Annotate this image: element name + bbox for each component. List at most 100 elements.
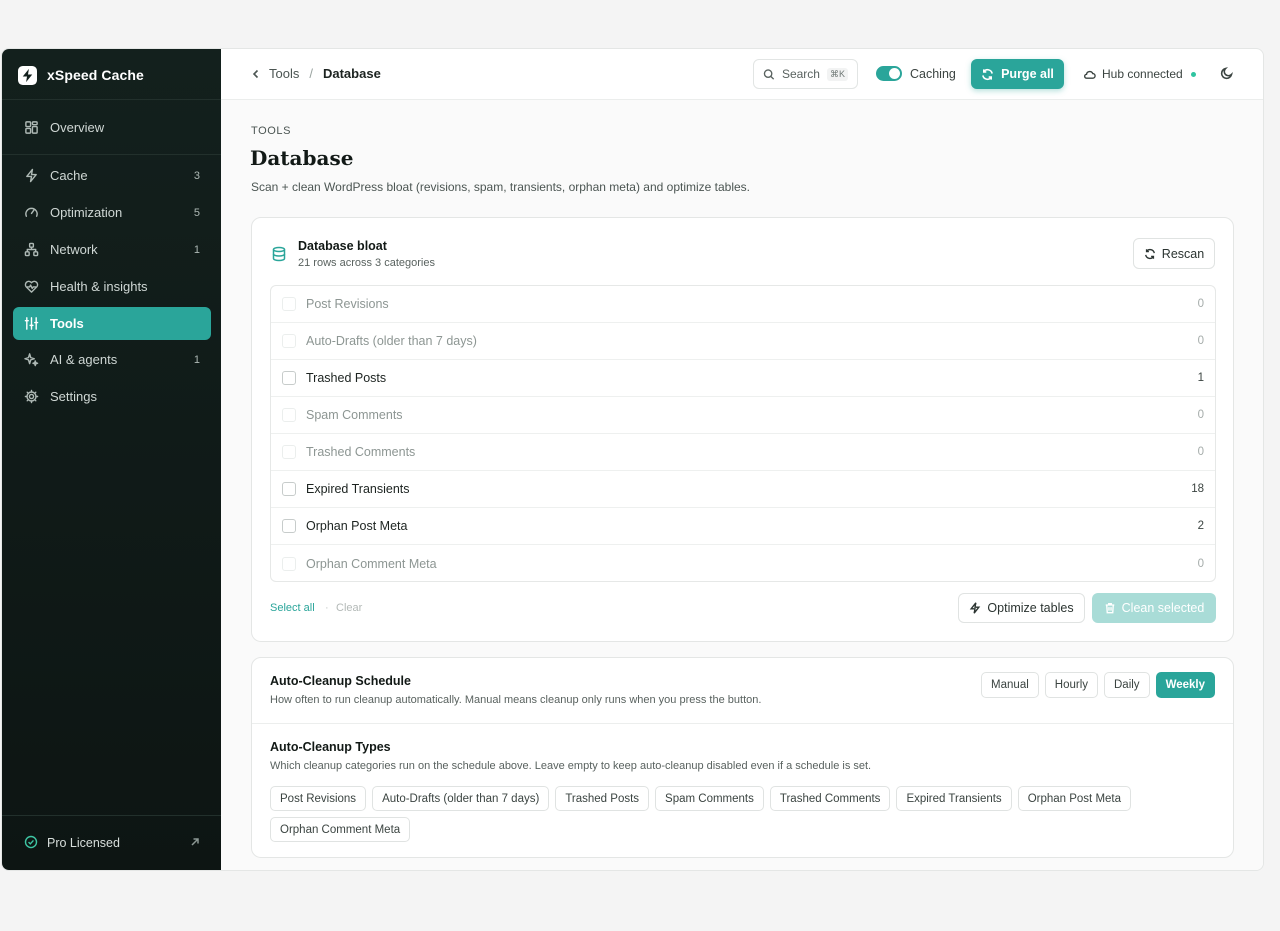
trash-icon <box>1105 603 1114 614</box>
chevron-left-icon <box>252 69 259 78</box>
caching-toggle-group: Caching <box>876 66 956 81</box>
search-button[interactable]: Search ⌘K <box>753 59 858 89</box>
pro-licensed-link[interactable]: Pro Licensed <box>13 830 211 856</box>
hub-status-dot <box>1190 71 1196 77</box>
purge-all-label: Purge all <box>1001 67 1054 81</box>
sidebar-item-settings[interactable]: Settings <box>13 380 211 413</box>
row-checkbox[interactable] <box>282 445 296 459</box>
card-title: Database bloat <box>298 239 387 253</box>
sliders-icon <box>24 316 39 331</box>
row-count: 0 <box>1197 335 1204 347</box>
schedule-option-weekly[interactable]: Weekly <box>1155 672 1215 698</box>
row-count: 0 <box>1197 409 1204 421</box>
table-row: Auto-Drafts (older than 7 days) 0 <box>271 323 1215 360</box>
caching-label: Caching <box>910 66 956 81</box>
chip-auto-drafts[interactable]: Auto-Drafts (older than 7 days) <box>372 786 550 811</box>
hub-status[interactable]: Hub connected <box>1083 67 1196 81</box>
row-checkbox[interactable] <box>282 556 296 571</box>
schedule-option-daily[interactable]: Daily <box>1104 672 1150 698</box>
rescan-button[interactable]: Rescan <box>1133 238 1215 269</box>
search-label: Search <box>781 67 820 81</box>
breadcrumb-back-link[interactable]: Tools <box>251 66 299 81</box>
clean-selected-label: Clean selected <box>1121 601 1205 615</box>
database-icon <box>271 246 287 267</box>
sidebar-divider <box>2 99 221 100</box>
schedule-option-hourly[interactable]: Hourly <box>1044 672 1098 698</box>
topbar: Tools / Database Search ⌘K Caching Purge… <box>221 49 1263 100</box>
row-checkbox[interactable] <box>282 334 296 348</box>
row-label: Expired Transients <box>306 482 410 496</box>
sidebar-item-count: 1 <box>193 243 200 256</box>
sidebar-item-ai-agents[interactable]: AI & agents 1 <box>13 343 211 376</box>
app-window: xSpeed Cache Overview Cache 3 Optimizati… <box>1 48 1264 871</box>
sidebar-item-label: Health & insights <box>50 279 148 294</box>
sidebar-divider <box>2 154 221 155</box>
chip-post-revisions[interactable]: Post Revisions <box>270 786 367 811</box>
hub-label: Hub connected <box>1102 67 1183 81</box>
types-title: Auto-Cleanup Types <box>270 740 391 754</box>
schedule-segmented-control: Manual Hourly Daily Weekly <box>981 672 1215 698</box>
brand[interactable]: xSpeed Cache <box>18 64 144 86</box>
clear-link[interactable]: Clear <box>336 602 362 614</box>
theme-toggle-button[interactable] <box>1220 66 1236 82</box>
table-row: Expired Transients 18 <box>271 471 1215 508</box>
section-divider <box>252 723 1233 724</box>
sidebar-divider <box>2 815 221 816</box>
sidebar-item-count: 3 <box>193 169 200 182</box>
bloat-table: Post Revisions 0 Auto-Drafts (older than… <box>270 285 1216 582</box>
row-label: Spam Comments <box>306 408 403 422</box>
schedule-title: Auto-Cleanup Schedule <box>270 674 411 688</box>
clean-selected-button[interactable]: Clean selected <box>1092 593 1216 623</box>
sidebar-item-cache[interactable]: Cache 3 <box>13 159 211 192</box>
row-checkbox[interactable] <box>282 297 296 311</box>
page-title: Database <box>250 146 354 170</box>
refresh-icon <box>1144 248 1155 259</box>
sidebar-item-label: Tools <box>50 316 84 331</box>
row-label: Auto-Drafts (older than 7 days) <box>306 334 477 348</box>
sidebar-item-count: 5 <box>193 206 200 219</box>
gauge-icon <box>24 205 39 220</box>
row-checkbox[interactable] <box>282 408 296 422</box>
sidebar-item-tools[interactable]: Tools <box>13 307 211 340</box>
table-row: Spam Comments 0 <box>271 397 1215 434</box>
search-shortcut: ⌘K <box>826 67 848 81</box>
chip-trashed-posts[interactable]: Trashed Posts <box>555 786 650 811</box>
schedule-subtitle: How often to run cleanup automatically. … <box>270 694 762 706</box>
row-checkbox[interactable] <box>282 482 296 496</box>
sidebar-item-health[interactable]: Health & insights <box>13 270 211 303</box>
bolt-icon <box>970 602 981 614</box>
types-subtitle: Which cleanup categories run on the sche… <box>270 760 872 772</box>
chip-spam-comments[interactable]: Spam Comments <box>655 786 764 811</box>
sidebar-item-overview[interactable]: Overview <box>13 111 211 144</box>
breadcrumb-current: Database <box>322 66 381 81</box>
table-row: Post Revisions 0 <box>271 286 1215 323</box>
chip-trashed-comments[interactable]: Trashed Comments <box>769 786 891 811</box>
chip-expired-transients[interactable]: Expired Transients <box>896 786 1012 811</box>
chip-orphan-post-meta[interactable]: Orphan Post Meta <box>1017 786 1132 811</box>
table-row: Trashed Posts 1 <box>271 360 1215 397</box>
row-checkbox[interactable] <box>282 519 296 533</box>
row-count: 0 <box>1197 446 1204 458</box>
row-label: Orphan Post Meta <box>306 519 408 533</box>
optimize-tables-button[interactable]: Optimize tables <box>958 593 1085 623</box>
row-checkbox[interactable] <box>282 371 296 385</box>
bolt-icon <box>24 168 39 183</box>
chip-orphan-comment-meta[interactable]: Orphan Comment Meta <box>270 817 411 842</box>
page-eyebrow: TOOLS <box>251 125 292 137</box>
cloud-icon <box>1083 70 1096 79</box>
caching-toggle[interactable] <box>876 66 902 81</box>
purge-all-button[interactable]: Purge all <box>971 59 1064 89</box>
link-separator: · <box>325 602 329 614</box>
search-icon <box>763 68 775 80</box>
sidebar-item-optimization[interactable]: Optimization 5 <box>13 196 211 229</box>
pro-licensed-label: Pro Licensed <box>47 836 120 850</box>
sidebar-item-network[interactable]: Network 1 <box>13 233 211 266</box>
optimize-tables-label: Optimize tables <box>987 601 1074 615</box>
row-label: Trashed Comments <box>306 445 416 459</box>
external-arrow-icon <box>190 836 200 850</box>
database-bloat-card: Database bloat 21 rows across 3 categori… <box>251 217 1234 642</box>
schedule-option-manual[interactable]: Manual <box>981 672 1039 698</box>
row-label: Orphan Comment Meta <box>306 556 437 571</box>
select-all-link[interactable]: Select all <box>270 602 315 614</box>
sidebar-item-label: Overview <box>50 120 105 135</box>
